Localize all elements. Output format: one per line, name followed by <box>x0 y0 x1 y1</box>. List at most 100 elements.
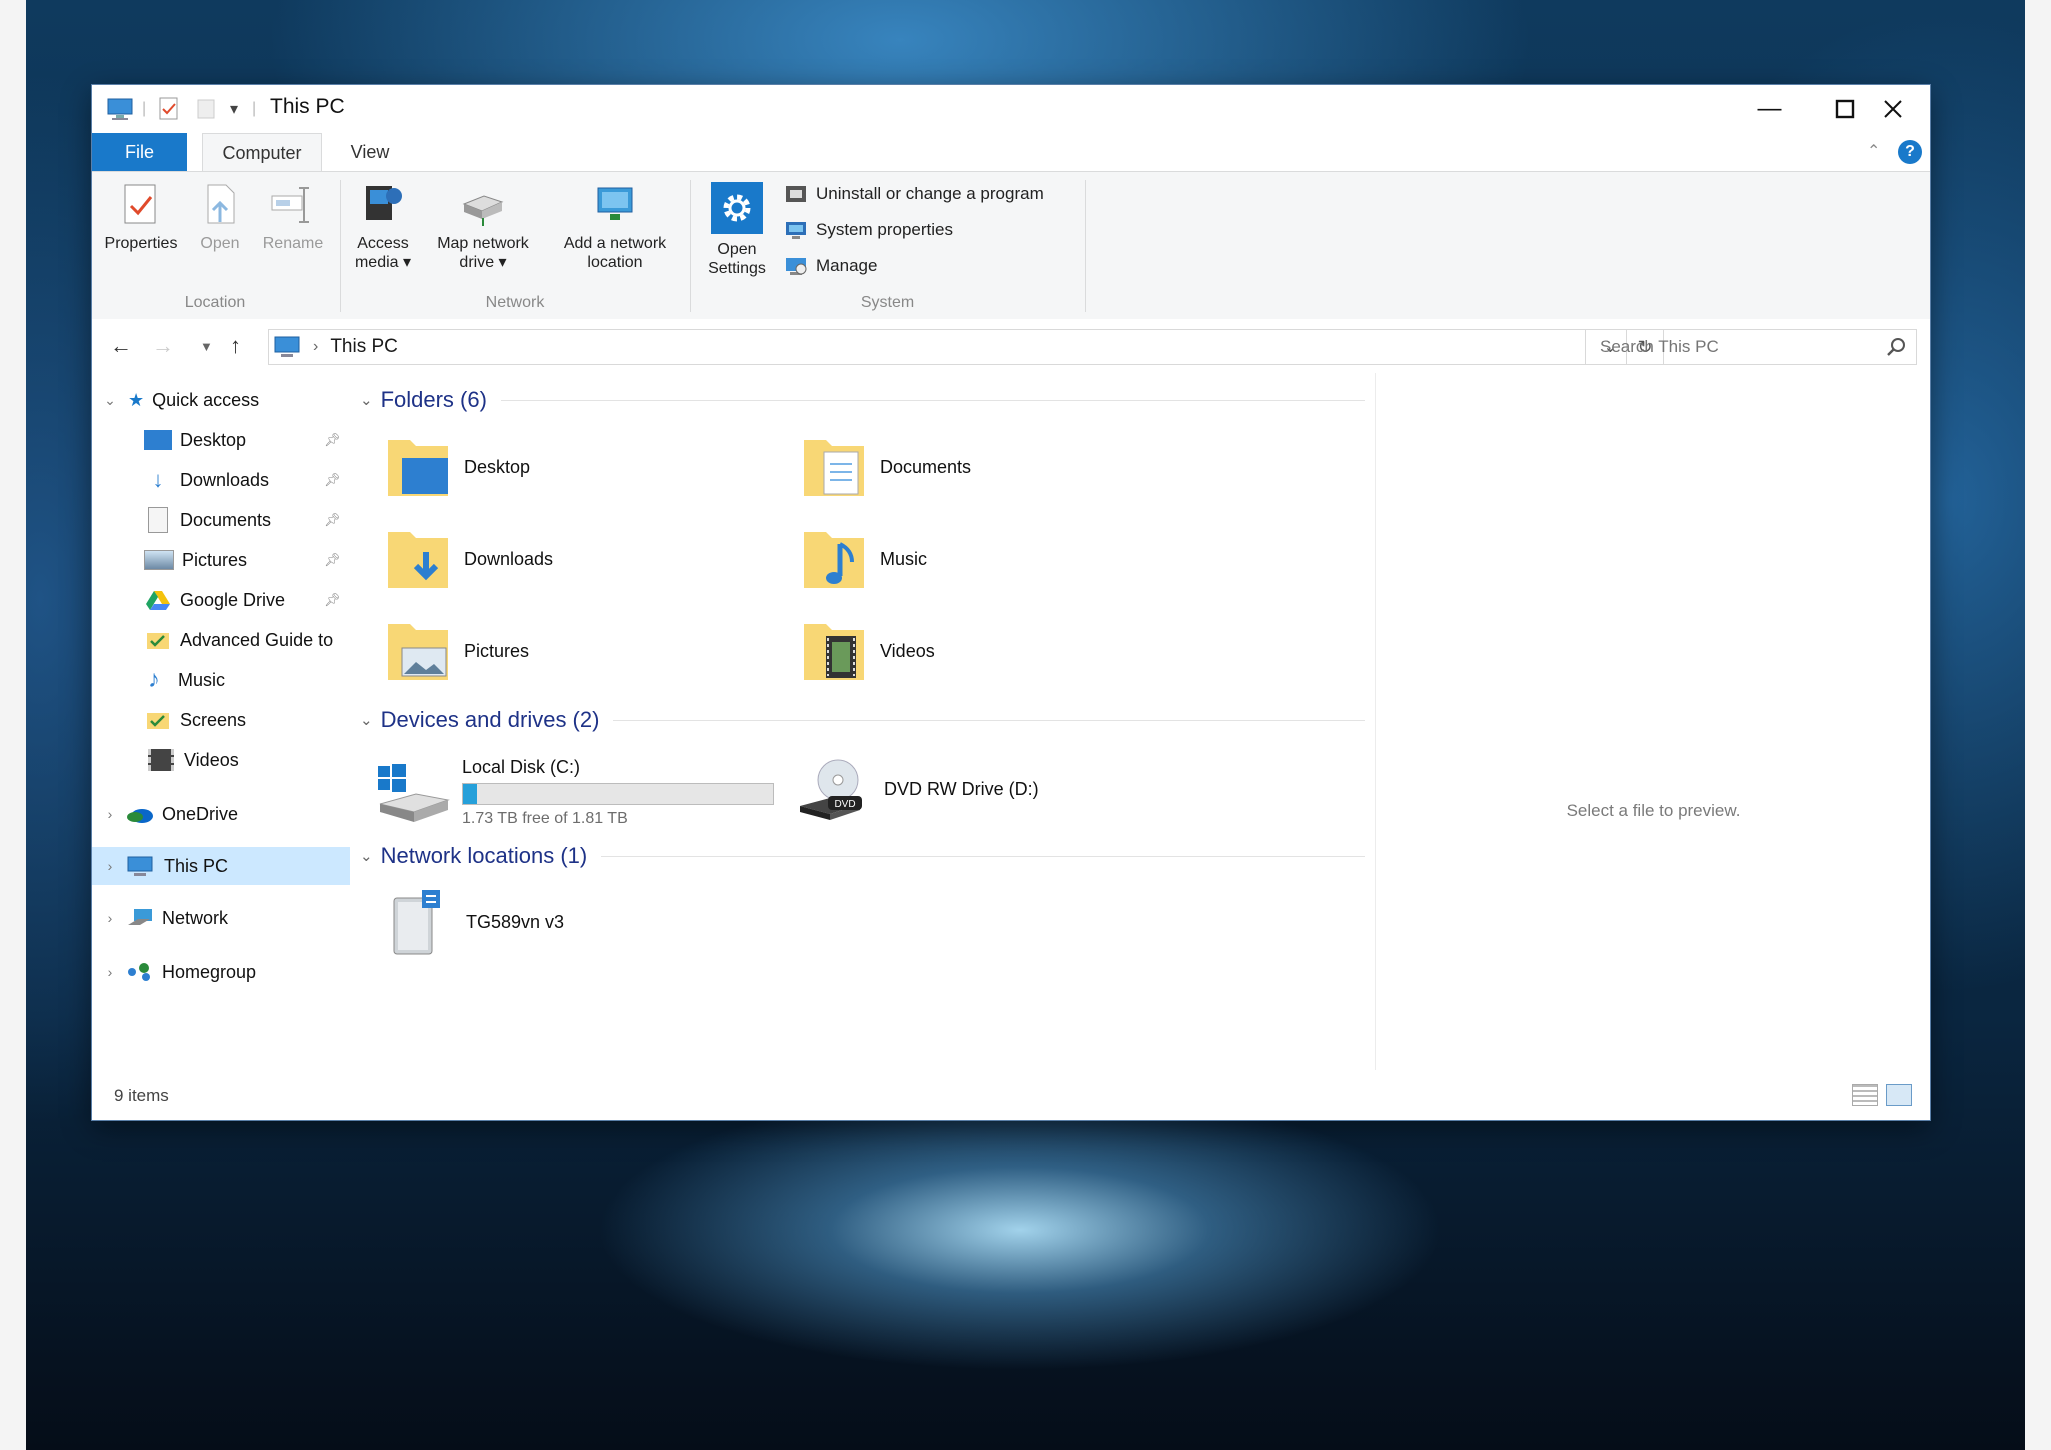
nav-item-google-drive[interactable]: Google Drive 📌︎ <box>92 581 350 619</box>
minimize-button[interactable]: — <box>1732 85 1807 133</box>
drive-tile-local-disk[interactable]: Local Disk (C:) 1.73 TB free of 1.81 TB <box>376 745 774 839</box>
nav-label-videos: Videos <box>184 749 239 770</box>
nav-item-music[interactable]: ♪ Music <box>92 661 350 699</box>
nav-item-advanced-guide[interactable]: Advanced Guide to <box>92 621 350 659</box>
local-disk-free-text: 1.73 TB free of 1.81 TB <box>462 809 628 827</box>
properties-qa-icon[interactable] <box>158 97 180 121</box>
close-button[interactable] <box>1855 85 1930 133</box>
folders-header-text: Folders (6) <box>380 387 487 412</box>
back-arrow-icon: ← <box>110 333 132 358</box>
nav-quick-access[interactable]: ⌄ ★ Quick access <box>92 381 350 419</box>
pin-icon[interactable]: 📌︎ <box>324 512 341 528</box>
network-header-text: Network locations (1) <box>380 843 588 868</box>
ribbon: Properties Open Rename Location Access m… <box>92 171 1930 321</box>
rename-button[interactable]: Rename <box>258 182 328 253</box>
drive-tile-dvd[interactable]: DVD DVD RW Drive (D:) <box>798 749 1039 829</box>
forward-button[interactable]: → <box>152 333 174 359</box>
minimize-ribbon-icon[interactable]: ⌃ <box>1867 141 1880 161</box>
nav-item-pictures[interactable]: Pictures 📌︎ <box>92 541 350 579</box>
nav-item-desktop[interactable]: Desktop 📌︎ <box>92 421 350 459</box>
details-view-icon[interactable] <box>1852 1084 1878 1106</box>
tab-file[interactable]: File <box>92 133 187 171</box>
open-button[interactable]: Open <box>192 182 248 253</box>
rename-icon <box>270 182 316 228</box>
uninstall-program-button[interactable]: Uninstall or change a program <box>784 182 1044 206</box>
folders-section-header[interactable]: ⌄ Folders (6) <box>360 387 1365 413</box>
maximize-icon <box>1835 99 1854 119</box>
folder-tile-videos[interactable]: Videos <box>802 611 935 691</box>
nav-item-screens[interactable]: Screens <box>92 701 350 739</box>
add-network-location-button[interactable]: Add a network location <box>550 182 680 272</box>
content-pane: ⌄ Folders (6) Desktop Documents Download… <box>350 373 1375 1070</box>
breadcrumb-this-pc[interactable]: This PC <box>330 336 398 358</box>
frame-right <box>2025 0 2051 1450</box>
access-media-icon <box>360 182 406 228</box>
manage-button[interactable]: Manage <box>784 254 877 278</box>
recent-locations-button[interactable]: ▼ <box>200 339 213 354</box>
network-icon <box>128 909 152 925</box>
folder-tile-pictures[interactable]: Pictures <box>386 611 529 691</box>
search-box[interactable] <box>1585 329 1917 365</box>
settings-gear-icon <box>711 182 763 234</box>
help-icon[interactable]: ? <box>1898 140 1922 164</box>
large-icons-view-icon[interactable] <box>1886 1084 1912 1106</box>
search-input[interactable] <box>1598 336 1872 358</box>
nav-network[interactable]: › Network <box>92 899 350 937</box>
nav-onedrive[interactable]: › OneDrive <box>92 795 350 833</box>
folder-tile-desktop[interactable]: Desktop <box>386 427 530 507</box>
folder-label-videos: Videos <box>880 640 935 661</box>
collapsed-chevron-icon: › <box>107 806 113 822</box>
manage-label: Manage <box>816 256 878 275</box>
pin-icon[interactable]: 📌︎ <box>324 592 341 608</box>
tab-view[interactable]: View <box>330 133 410 171</box>
tab-computer[interactable]: Computer <box>202 133 322 172</box>
pin-icon[interactable]: 📌︎ <box>324 472 341 488</box>
access-media-button[interactable]: Access media ▾ <box>350 182 416 272</box>
qa-separator-2: | <box>252 100 257 117</box>
local-disk-name: Local Disk (C:) <box>462 756 581 777</box>
up-button[interactable]: ↑ <box>230 333 241 359</box>
this-pc-icon <box>274 336 300 357</box>
system-properties-button[interactable]: System properties <box>784 218 953 242</box>
pin-icon[interactable]: 📌︎ <box>324 432 341 448</box>
new-folder-qa-icon[interactable] <box>196 97 216 121</box>
folder-label-documents: Documents <box>880 456 972 477</box>
desktop-folder-icon <box>388 440 448 496</box>
navigation-pane: ⌄ ★ Quick access Desktop 📌︎ ↓ Downloads … <box>92 373 350 1070</box>
devices-header-text: Devices and drives (2) <box>380 707 600 732</box>
add-network-location-icon <box>590 182 640 228</box>
forward-arrow-icon: → <box>152 333 174 358</box>
properties-button[interactable]: Properties <box>102 182 180 253</box>
map-network-drive-button[interactable]: Map network drive ▾ <box>424 182 542 272</box>
folder-tile-downloads[interactable]: Downloads <box>386 519 553 599</box>
uninstall-label: Uninstall or change a program <box>816 184 1044 203</box>
collapsed-chevron-icon: › <box>107 964 113 980</box>
map-network-drive-label-2: drive ▾ <box>459 254 507 271</box>
open-settings-button[interactable]: Open Settings <box>700 182 774 278</box>
nav-label-desktop: Desktop <box>180 429 247 450</box>
expanded-chevron-icon: ⌄ <box>104 391 116 408</box>
access-media-label-1: Access <box>357 235 409 252</box>
network-location-tile[interactable]: TG589vn v3 <box>386 879 564 965</box>
folder-tile-documents[interactable]: Documents <box>802 427 971 507</box>
address-field[interactable]: › This PC ⌄ ↻ <box>268 329 1664 365</box>
nav-item-downloads[interactable]: ↓ Downloads 📌︎ <box>92 461 350 499</box>
manage-icon <box>786 258 807 275</box>
downloads-folder-icon <box>388 532 448 588</box>
qa-separator: | <box>142 100 147 117</box>
computer-icon[interactable] <box>106 97 136 121</box>
videos-folder-icon <box>804 624 864 680</box>
pin-icon[interactable]: 📌︎ <box>324 552 341 568</box>
back-button[interactable]: ← <box>110 333 132 359</box>
desktop-icon <box>144 430 172 450</box>
dvd-drive-label: DVD RW Drive (D:) <box>884 778 1039 799</box>
nav-item-documents[interactable]: Documents 📌︎ <box>92 501 350 539</box>
nav-item-videos[interactable]: Videos <box>92 741 350 779</box>
customize-qa-icon[interactable]: ▾ <box>230 97 238 121</box>
nav-this-pc[interactable]: › This PC <box>92 847 350 885</box>
network-section-header[interactable]: ⌄ Network locations (1) <box>360 843 1365 869</box>
open-settings-label-1: Open <box>717 241 757 258</box>
folder-tile-music[interactable]: Music <box>802 519 927 599</box>
nav-homegroup[interactable]: › Homegroup <box>92 953 350 991</box>
devices-section-header[interactable]: ⌄ Devices and drives (2) <box>360 707 1365 733</box>
